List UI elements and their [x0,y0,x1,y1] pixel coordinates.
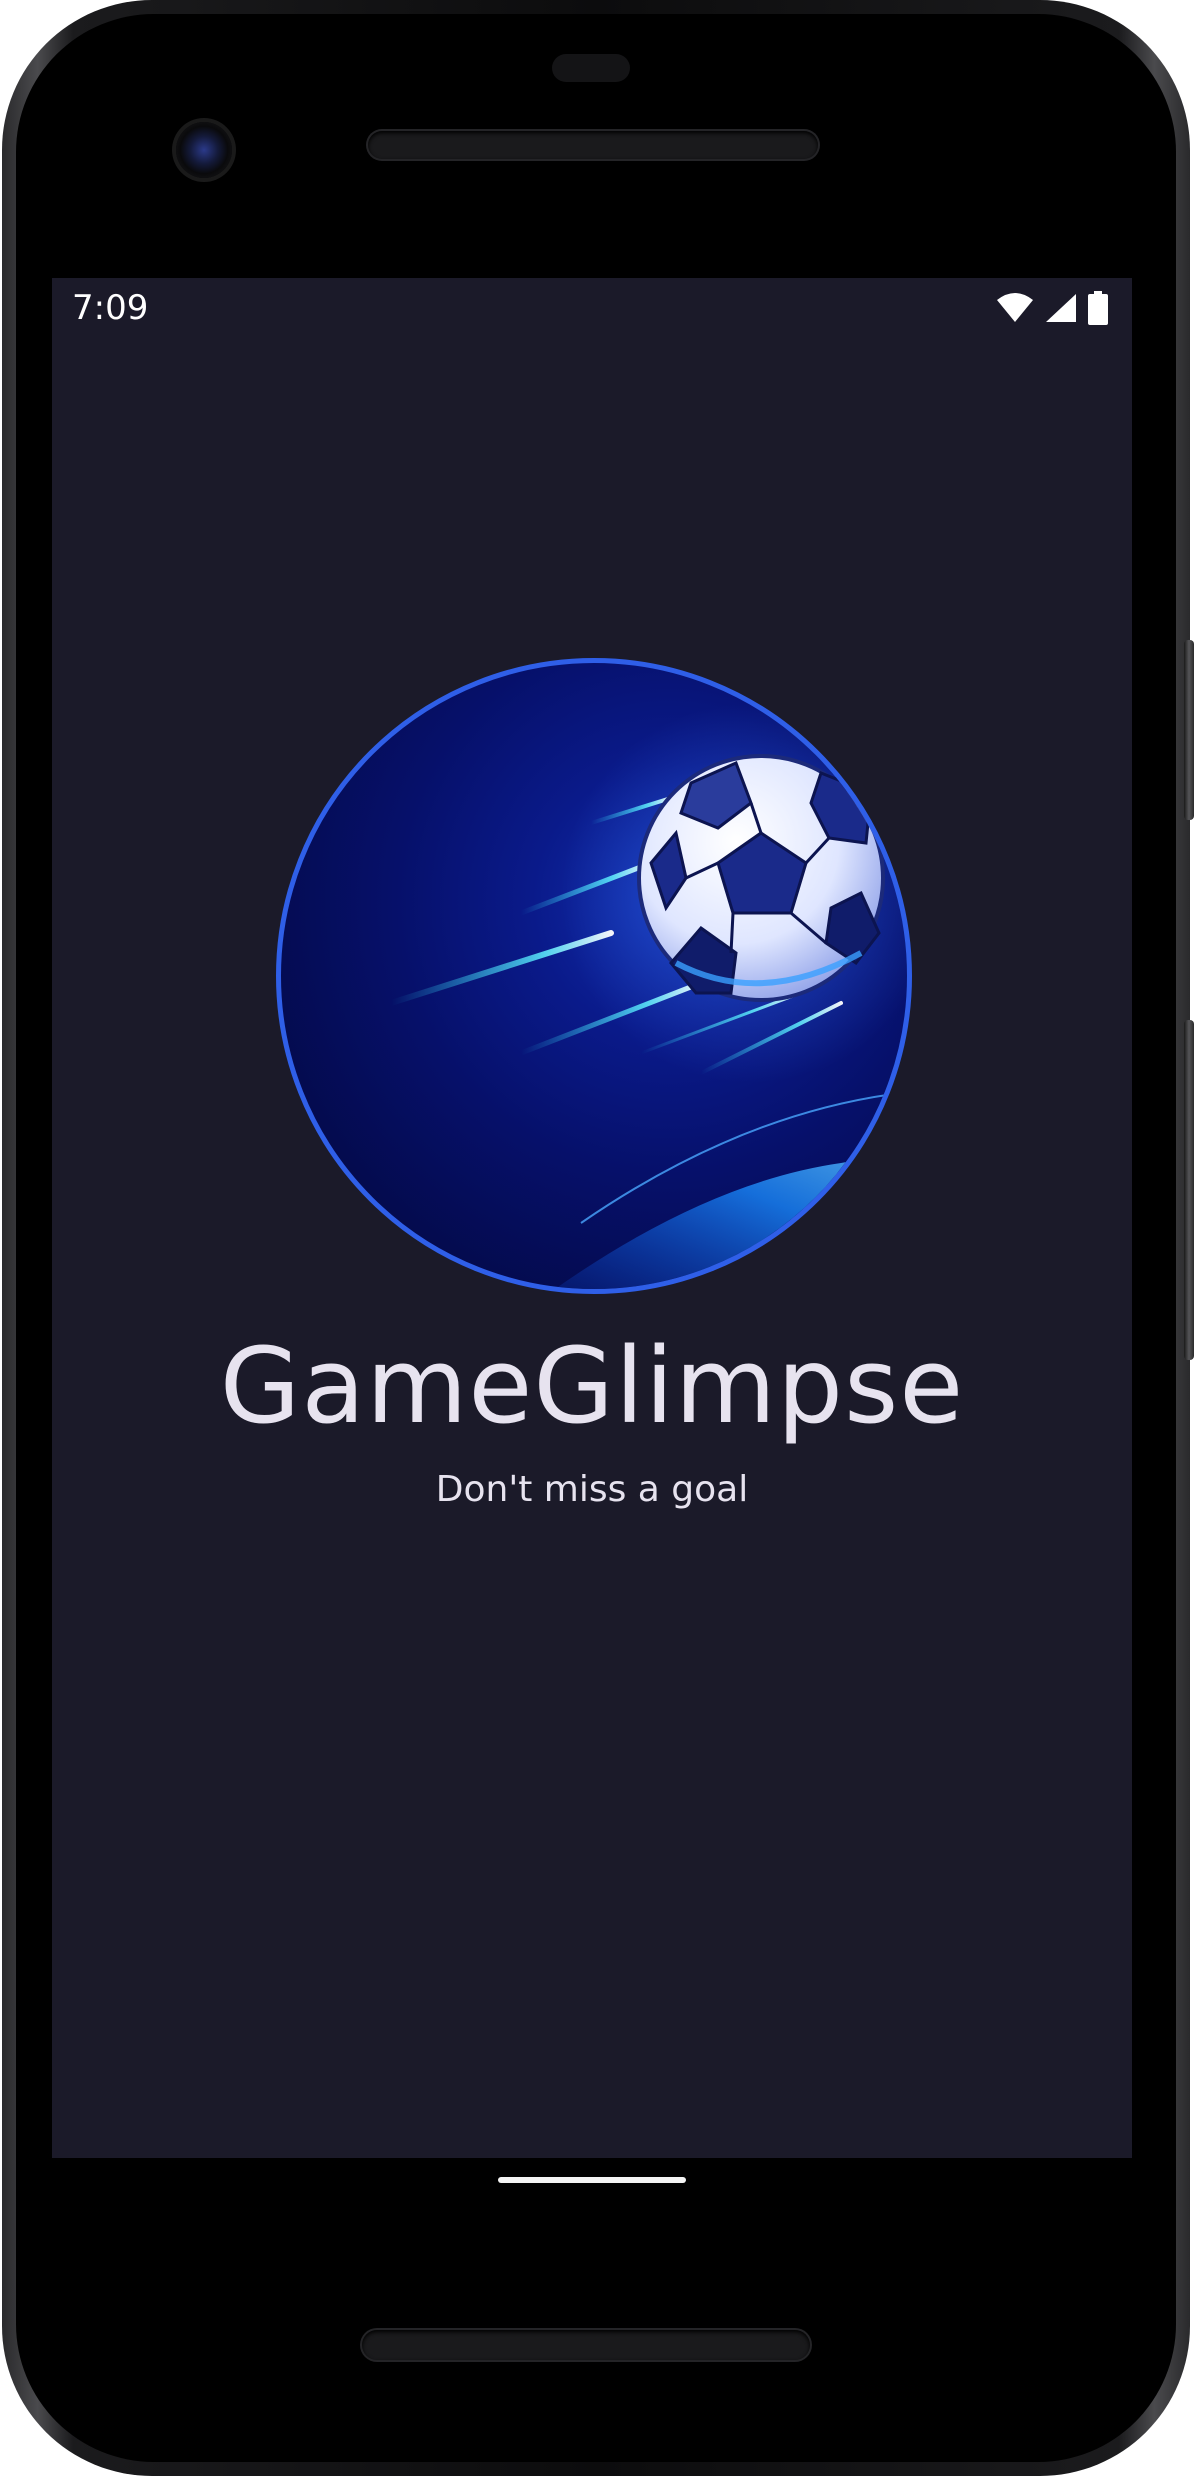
wifi-icon [996,292,1034,329]
soccer-ball-illustration [388,703,907,1289]
power-button [1184,640,1194,820]
status-bar: 7:09 [52,278,1132,344]
soccer-ball-logo [276,658,912,1294]
front-camera [176,122,232,178]
app-screen: 7:09 GameGlimpse Don't miss a goal [52,278,1132,2158]
cellular-signal-icon [1044,292,1078,329]
app-title: GameGlimpse [219,1325,965,1447]
top-speaker-grille [368,131,818,159]
battery-icon [1088,290,1108,330]
home-gesture-bar[interactable] [498,2177,686,2183]
app-tagline: Don't miss a goal [435,1469,749,1510]
volume-rocker [1184,1020,1194,1360]
proximity-sensor [552,54,630,82]
status-time: 7:09 [72,288,149,328]
bottom-speaker-grille [362,2330,810,2360]
soccer-ball [637,754,885,1002]
status-icons [996,290,1108,330]
